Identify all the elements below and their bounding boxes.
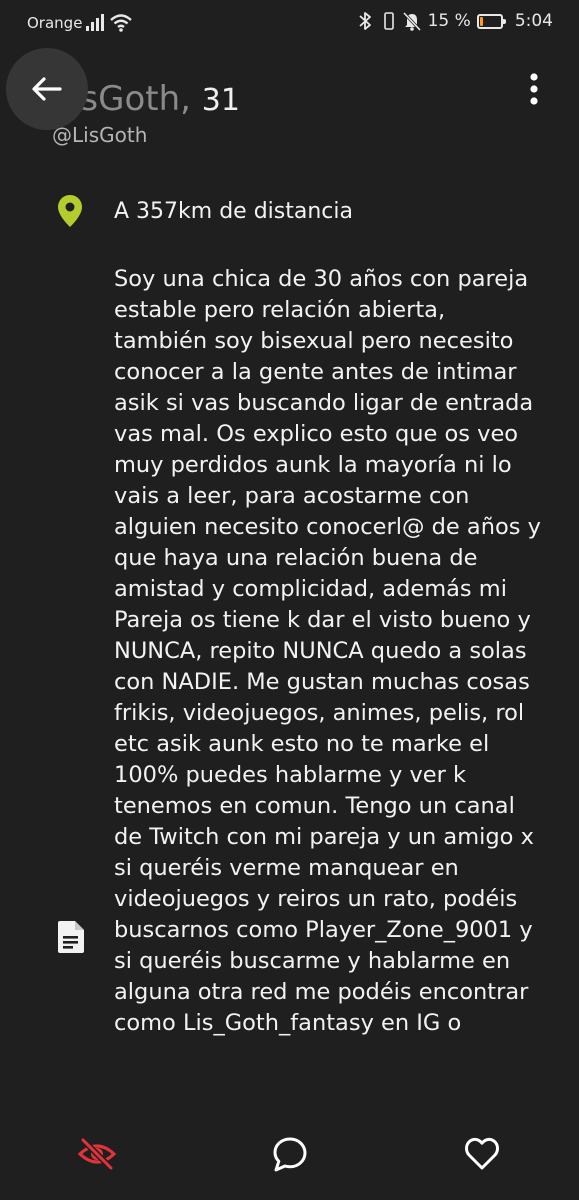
bio-section: Soy una chica de 30 años con pareja esta…	[114, 264, 544, 1110]
profile-username: @LisGoth	[52, 123, 148, 147]
back-button[interactable]	[6, 48, 88, 130]
bio-text: Soy una chica de 30 años con pareja esta…	[114, 266, 541, 1036]
battery-percent: 15 %	[427, 11, 471, 31]
more-vertical-icon	[530, 73, 538, 105]
map-pin-icon	[57, 194, 83, 232]
chat-bubble-icon	[273, 1137, 307, 1172]
battery-icon	[476, 13, 506, 29]
signal-icon	[86, 14, 132, 32]
bluetooth-icon	[359, 12, 371, 30]
bottom-action-bar	[0, 1110, 579, 1200]
carrier-label: Orange	[27, 14, 83, 32]
heart-icon	[465, 1137, 499, 1170]
document-icon	[57, 920, 85, 958]
clock: 5:04	[514, 11, 553, 31]
profile-age: 31	[201, 83, 240, 118]
vibrate-icon	[383, 12, 394, 30]
battery-level	[479, 16, 483, 26]
arrow-left-icon	[32, 77, 62, 101]
status-right: 15 % 5:04	[356, 10, 553, 32]
like-button[interactable]	[458, 1130, 506, 1178]
bell-off-icon	[402, 11, 421, 32]
eye-off-icon	[77, 1137, 117, 1171]
signal-wifi-icons	[86, 11, 138, 37]
distance-text: A 357km de distancia	[114, 199, 353, 224]
hide-profile-button[interactable]	[73, 1130, 121, 1178]
status-bar: Orange 15 % 5:04	[0, 0, 579, 46]
more-options-button[interactable]	[511, 66, 557, 112]
chat-button[interactable]	[266, 1130, 314, 1178]
name-separator: ,	[180, 79, 191, 119]
